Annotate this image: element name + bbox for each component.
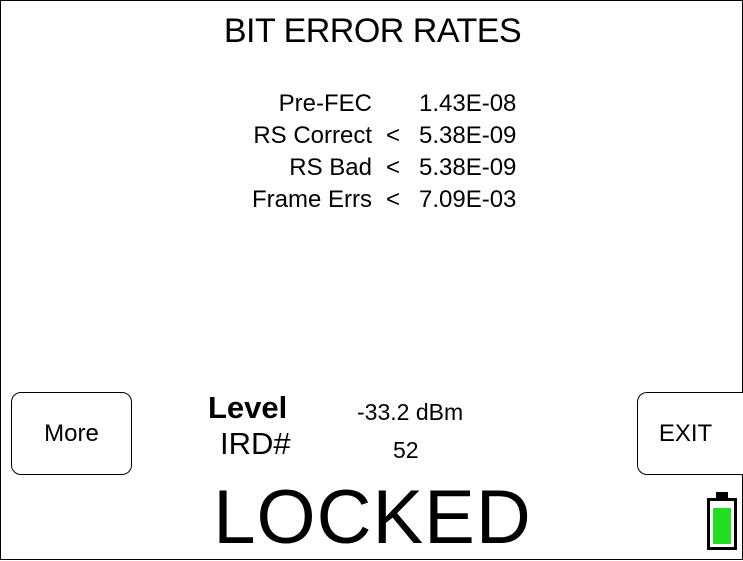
ber-label: RS Correct (253, 122, 372, 149)
ber-label: RS Bad (289, 154, 372, 181)
more-button[interactable]: More (11, 392, 132, 475)
ird-value: 52 (393, 437, 419, 463)
ber-row-rs-correct: RS Correct < 5.38E-09 (1, 119, 743, 153)
level-label: Level (208, 390, 288, 425)
battery-level (713, 508, 731, 544)
ber-comparator: < (385, 154, 400, 181)
ber-row-pre-fec: Pre-FEC 1.43E-08 (1, 87, 743, 121)
exit-button[interactable]: EXIT (637, 392, 743, 475)
ber-comparator: < (385, 186, 400, 213)
level-value: -33.2 dBm (357, 399, 464, 425)
lock-status: LOCKED (213, 475, 532, 560)
ird-label: IRD# (220, 426, 291, 461)
ber-value: 1.43E-08 (419, 90, 517, 117)
ber-comparator: < (385, 122, 400, 149)
ber-label: Pre-FEC (278, 90, 372, 117)
ber-label: Frame Errs (252, 186, 372, 213)
battery-body (707, 498, 737, 550)
ber-value: 7.09E-03 (419, 186, 517, 213)
page-title: BIT ERROR RATES (223, 12, 522, 50)
instrument-screen: BIT ERROR RATES Pre-FEC 1.43E-08 RS Corr… (0, 0, 743, 560)
battery-icon (707, 492, 737, 550)
ber-value: 5.38E-09 (419, 154, 517, 181)
ber-row-frame-errs: Frame Errs < 7.09E-03 (1, 183, 743, 217)
ber-row-rs-bad: RS Bad < 5.38E-09 (1, 151, 743, 185)
ber-value: 5.38E-09 (419, 122, 517, 149)
